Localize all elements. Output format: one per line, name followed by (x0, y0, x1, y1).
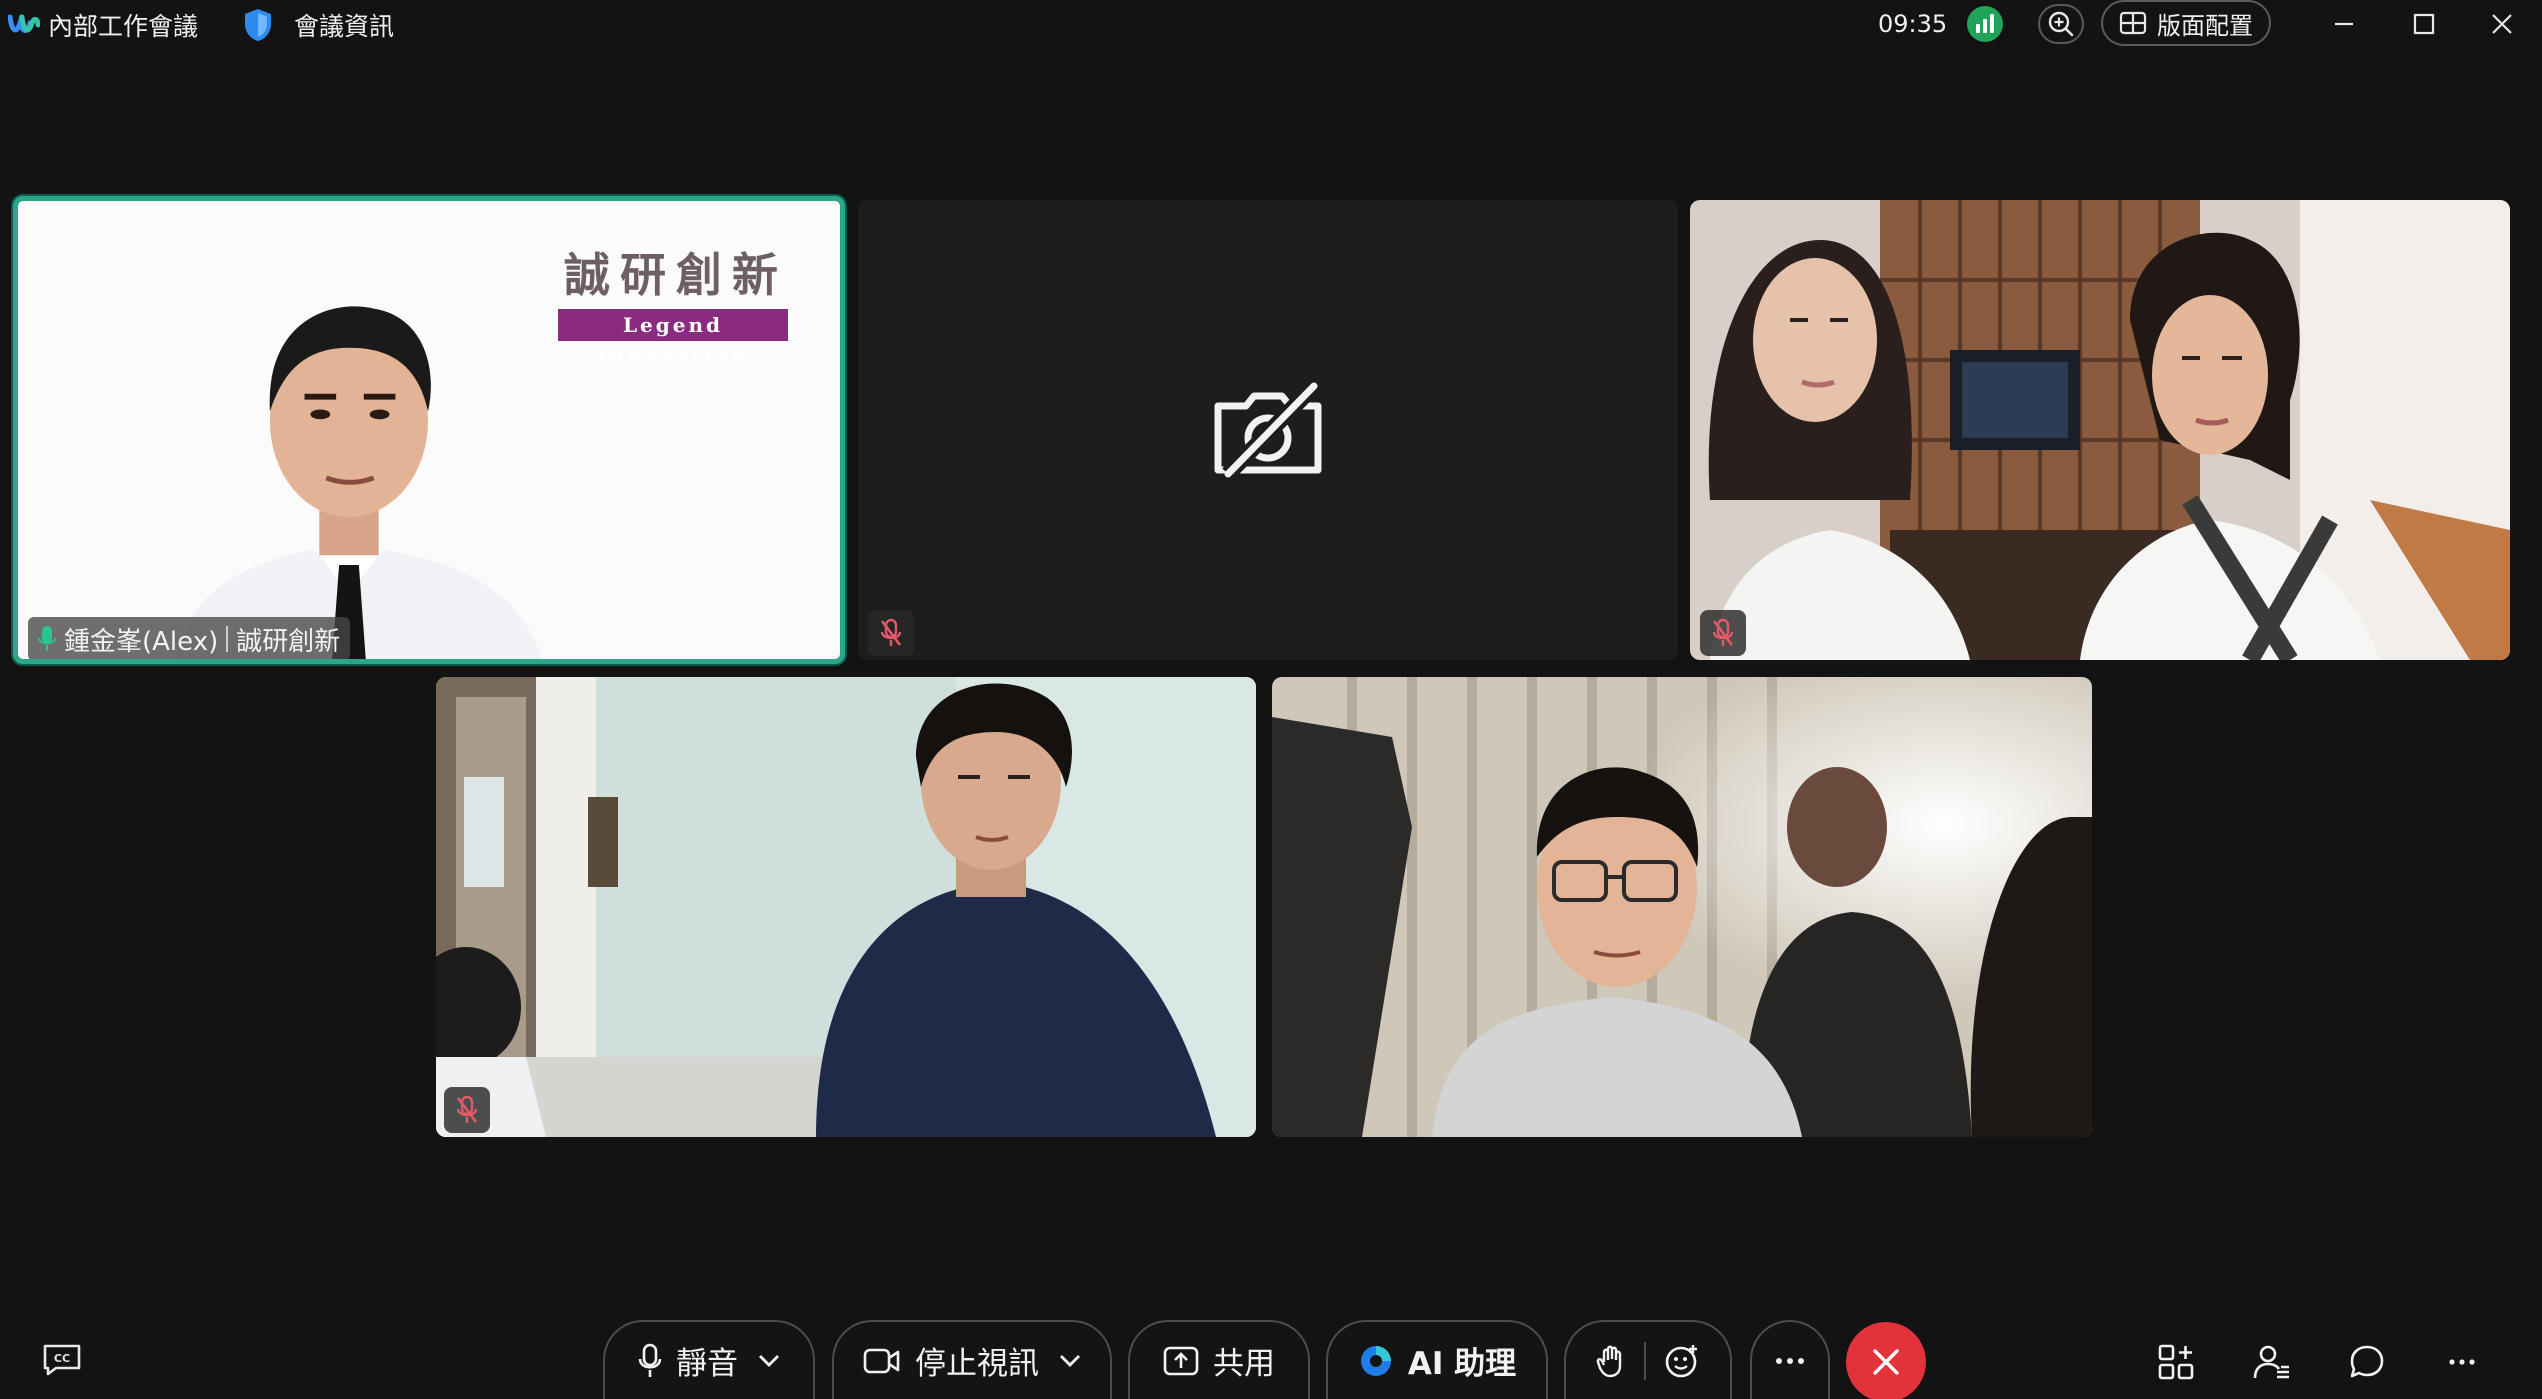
brand-watermark: 誠研創新 Legend Innovation (558, 239, 788, 369)
video-tile-host[interactable]: 誠研創新 Legend Innovation 鍾金峯(Alex) 誠研創新 (13, 196, 845, 664)
more-panels-button[interactable] (2440, 1340, 2484, 1384)
camera-off-icon (1210, 378, 1326, 482)
video-camera-icon (863, 1348, 900, 1373)
minimize-icon (2335, 22, 2353, 26)
apps-grid-icon (2158, 1344, 2194, 1380)
microphone-active-icon (38, 626, 56, 651)
microphone-icon (638, 1343, 662, 1377)
svg-text:CC: CC (54, 1352, 70, 1365)
meeting-window: 內部工作會議 會議資訊 09:35 版面配置 誠研創新 Legend Innov… (0, 0, 2542, 1399)
participants-list-icon (2253, 1345, 2289, 1379)
title-bar: 內部工作會議 會議資訊 09:35 版面配置 (0, 0, 2542, 50)
video-tile-participant-4[interactable] (436, 677, 1256, 1137)
add-reaction-icon[interactable] (1664, 1343, 1700, 1379)
participant-5-video-feed (1272, 677, 2092, 1137)
maximize-icon (2413, 13, 2435, 35)
chevron-down-icon[interactable] (1059, 1354, 1081, 1368)
layout-label: 版面配置 (2157, 11, 2253, 40)
ai-assistant-icon (1360, 1345, 1391, 1376)
stop-video-button[interactable]: 停止視訊 (832, 1320, 1112, 1399)
brand-english-text: Legend Innovation (558, 309, 788, 369)
host-name: 鍾金峯(Alex) (64, 626, 219, 657)
more-horizontal-icon (1776, 1357, 1804, 1364)
leave-meeting-button[interactable] (1846, 1322, 1926, 1399)
apps-button[interactable] (2154, 1340, 2198, 1384)
close-window-button[interactable] (2480, 4, 2524, 44)
meeting-info-link[interactable]: 會議資訊 (294, 7, 394, 43)
participant-3-video-feed (1690, 200, 2510, 660)
chevron-down-icon[interactable] (758, 1354, 780, 1368)
closed-captions-button[interactable]: CC (42, 1343, 82, 1377)
host-name-tag: 鍾金峯(Alex) 誠研創新 (28, 617, 351, 659)
meeting-title: 內部工作會議 (48, 12, 199, 41)
maximize-button[interactable] (2402, 4, 2446, 44)
microphone-muted-icon (456, 1095, 478, 1123)
chat-button[interactable] (2345, 1340, 2389, 1384)
clock: 09:35 (1878, 10, 1948, 38)
ai-assistant-button[interactable]: AI 助理 (1326, 1320, 1548, 1399)
microphone-muted-icon (880, 618, 902, 646)
webex-logo-icon (8, 11, 40, 39)
layout-button[interactable]: 版面配置 (2101, 0, 2271, 46)
name-separator (226, 626, 229, 652)
close-icon (2492, 14, 2512, 34)
reactions-group (1564, 1320, 1732, 1399)
muted-indicator (444, 1087, 490, 1133)
more-horizontal-icon (2449, 1359, 2475, 1365)
share-screen-icon (1163, 1346, 1199, 1375)
minimize-button[interactable] (2322, 4, 2366, 44)
title-bar-left: 內部工作會議 會議資訊 (8, 6, 394, 44)
reactions-divider (1644, 1341, 1646, 1380)
raise-hand-icon[interactable] (1596, 1344, 1626, 1378)
muted-indicator (1700, 610, 1746, 656)
stop-video-label: 停止視訊 (915, 1346, 1039, 1382)
microphone-muted-icon (1712, 618, 1734, 646)
network-signal-icon[interactable] (1967, 6, 2003, 42)
video-tile-participant-5[interactable] (1272, 677, 2092, 1137)
chat-bubble-icon (2350, 1345, 2384, 1378)
participants-button[interactable] (2250, 1340, 2294, 1384)
ai-assistant-label: AI 助理 (1407, 1346, 1517, 1382)
share-label: 共用 (1213, 1346, 1275, 1382)
share-button[interactable]: 共用 (1128, 1320, 1310, 1399)
zoom-in-button[interactable] (2038, 4, 2084, 44)
mute-button[interactable]: 靜音 (603, 1320, 815, 1399)
close-icon (1873, 1349, 1899, 1375)
video-tile-camera-off[interactable] (858, 200, 1678, 660)
grid-layout-icon (2119, 11, 2147, 35)
shield-icon[interactable] (240, 6, 276, 44)
brand-chinese-text: 誠研創新 (564, 248, 788, 302)
zoom-in-icon (2048, 11, 2074, 37)
muted-indicator (868, 610, 914, 656)
closed-captions-icon: CC (43, 1344, 81, 1376)
mute-label: 靜音 (676, 1346, 738, 1382)
participant-4-video-feed (436, 677, 1256, 1137)
more-options-button[interactable] (1750, 1320, 1830, 1399)
host-organization: 誠研創新 (236, 626, 341, 657)
video-tile-participant-3[interactable] (1690, 200, 2510, 660)
